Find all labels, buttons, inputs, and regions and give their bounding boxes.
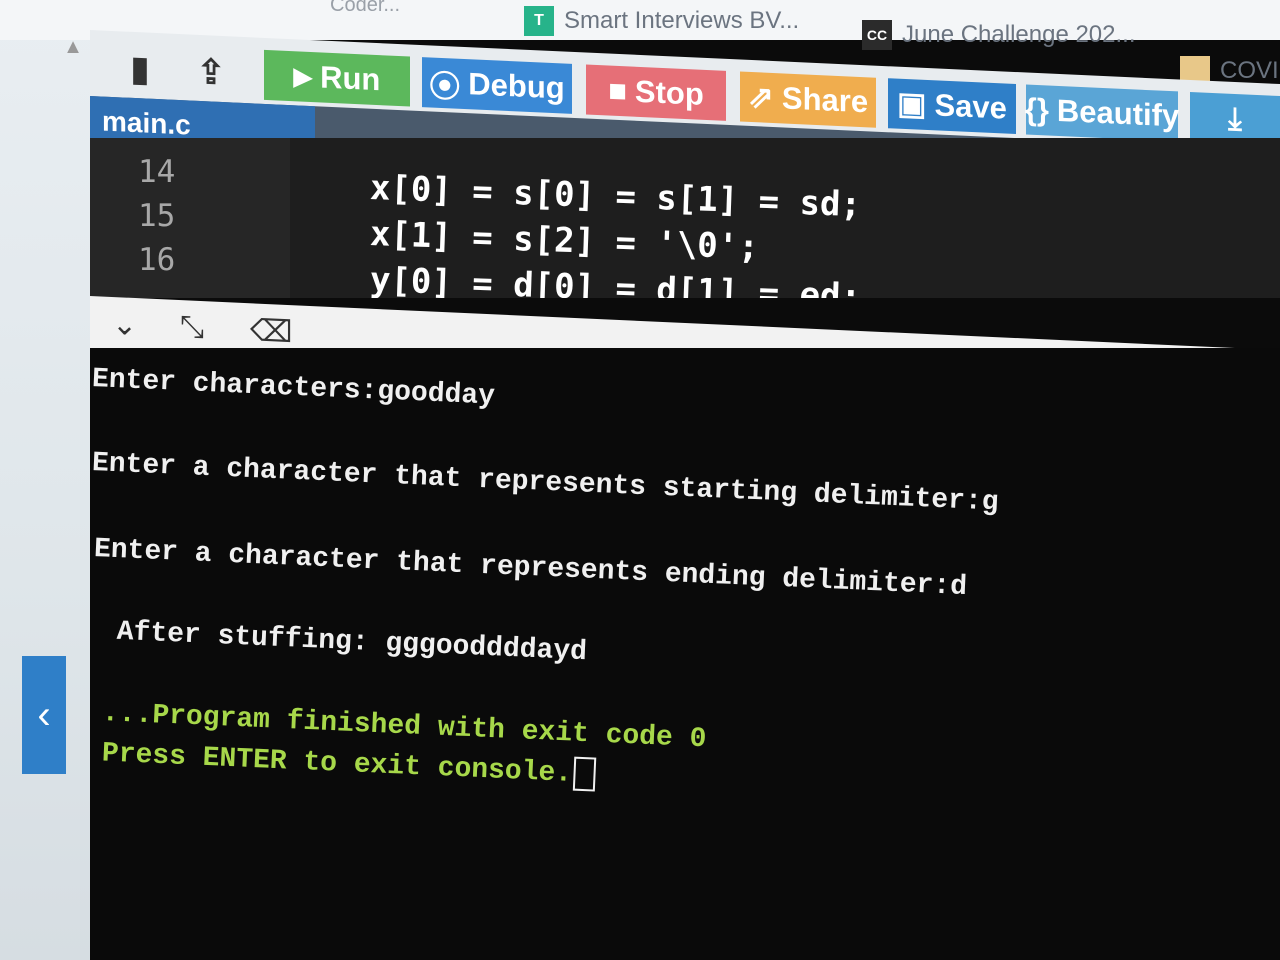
share-button[interactable]: ⇗ Share <box>740 71 876 128</box>
console-line: Enter characters:goodday <box>91 364 496 413</box>
new-file-button[interactable]: ▮ <box>110 43 170 96</box>
save-label: Save <box>934 87 1007 126</box>
page-background <box>0 0 90 960</box>
back-arrow-button[interactable]: ‹ <box>22 656 66 774</box>
bookmark-june-challenge[interactable]: CC June Challenge 202... <box>862 20 1136 50</box>
braces-icon: {} <box>1024 91 1049 128</box>
share-icon: ⇗ <box>747 78 774 116</box>
scroll-up-arrow-icon[interactable]: ▲ <box>58 36 88 58</box>
codechef-icon: CC <box>862 20 892 50</box>
debug-icon: ⦿ <box>429 67 461 105</box>
stop-icon: ■ <box>608 72 627 109</box>
text-cursor <box>573 756 597 792</box>
file-icon: ▮ <box>130 49 150 89</box>
console-line: After stuffing: gggooddddayd <box>99 616 588 669</box>
bookmark-label: June Challenge 202... <box>902 21 1136 48</box>
share-label: Share <box>781 80 869 120</box>
run-button[interactable]: ▶ Run <box>264 49 410 107</box>
stop-button[interactable]: ■ Stop <box>586 64 726 121</box>
upload-button[interactable]: ⇪ <box>178 46 244 99</box>
debug-label: Debug <box>468 66 565 106</box>
line-number: 16 <box>138 242 176 278</box>
code-editor[interactable]: 14 15 16 x[0] = s[0] = s[1] = sd; x[1] =… <box>90 138 1280 298</box>
beautify-label: Beautify <box>1056 92 1180 134</box>
console-line: Enter a character that represents ending… <box>93 534 968 604</box>
clear-console-icon[interactable]: ⌫ <box>250 313 292 350</box>
bookmark-label: Coder... <box>330 0 401 16</box>
stop-label: Stop <box>634 73 704 112</box>
chevron-left-icon: ‹ <box>37 692 51 737</box>
beautify-button[interactable]: {} Beautify <box>1024 84 1180 142</box>
bookmark-smart-interviews[interactable]: T Smart Interviews BV... <box>524 6 799 36</box>
code-line: x[1] = s[2] = '\0'; <box>369 214 760 268</box>
expand-icon[interactable]: ⤡ <box>180 310 204 345</box>
chevron-down-icon[interactable]: ⌄ <box>112 307 137 343</box>
debug-button[interactable]: ⦿ Debug <box>422 57 572 114</box>
play-icon: ▶ <box>293 62 313 91</box>
save-button[interactable]: ▣ Save <box>888 78 1016 135</box>
tab-label: main.c <box>102 105 191 141</box>
upload-icon: ⇪ <box>196 52 226 93</box>
bookmark-label: Smart Interviews BV... <box>564 7 800 34</box>
output-console[interactable]: Enter characters:goodday Enter a charact… <box>90 348 1280 960</box>
line-number: 14 <box>138 154 176 190</box>
line-number: 15 <box>138 198 176 234</box>
bookmark-coder[interactable]: Coder... <box>330 0 400 17</box>
save-icon: ▣ <box>897 85 927 122</box>
run-label: Run <box>320 59 381 98</box>
console-line: Enter a character that represents starti… <box>91 448 1000 519</box>
line-number-gutter <box>90 138 290 298</box>
smart-interviews-icon: T <box>524 6 554 36</box>
download-icon: ⤓ <box>1228 100 1242 136</box>
code-line: y[0] = d[0] = d[1] = ed; <box>369 260 862 298</box>
